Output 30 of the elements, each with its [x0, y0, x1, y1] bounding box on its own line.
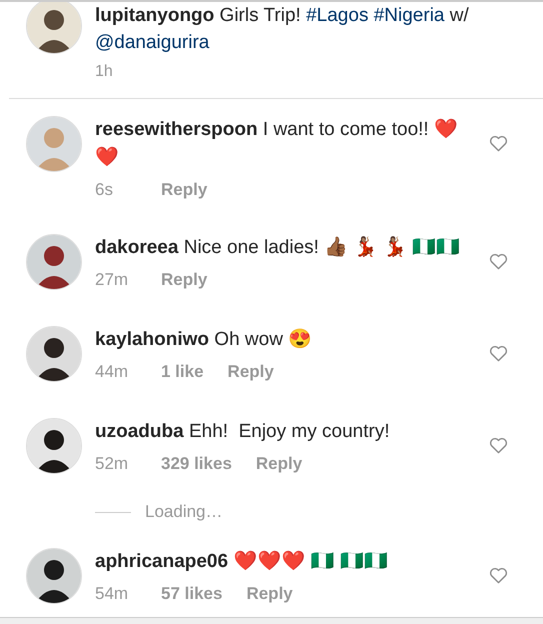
- reply-link[interactable]: Reply: [246, 584, 293, 604]
- likes-link[interactable]: 57 likes: [161, 584, 222, 604]
- heart-icon[interactable]: [489, 135, 508, 152]
- reply-link[interactable]: Reply: [161, 180, 208, 200]
- reply-link[interactable]: Reply: [228, 362, 274, 382]
- comment-text: dakoreea Nice one ladies! 👍🏾 💃🏽 💃🏽 🇳🇬🇳🇬: [95, 235, 462, 260]
- heart-icon[interactable]: [489, 345, 508, 362]
- timestamp: 54m: [95, 584, 130, 604]
- timestamp: 1h: [95, 63, 113, 81]
- timestamp: 44m: [95, 362, 130, 382]
- hashtag-link[interactable]: @danaigurira: [95, 32, 210, 53]
- heart-icon[interactable]: [489, 253, 508, 270]
- heart-icon[interactable]: [489, 567, 508, 584]
- timestamp: 6s: [95, 180, 114, 200]
- post-caption: lupitanyongo Girls Trip! #Lagos #Nigeria w/ @danaigurira: [95, 4, 470, 55]
- loading-text: Loading…: [145, 502, 223, 522]
- likes-link[interactable]: 1 like: [161, 362, 204, 382]
- timestamp: 27m: [95, 270, 130, 290]
- hashtag-link[interactable]: #Nigeria: [374, 5, 444, 26]
- likes-link[interactable]: 329 likes: [161, 454, 232, 474]
- avatar[interactable]: [26, 2, 82, 54]
- reply-link[interactable]: Reply: [256, 454, 302, 474]
- comment-text: kaylahoniwo Oh wow 😍: [95, 328, 314, 352]
- comment-text: reesewitherspoon I want to come too!! ❤❤: [95, 118, 459, 170]
- comment-text: aphricanape06 ❤❤❤ 🇳🇬 🇳🇬🇳🇬: [95, 550, 389, 574]
- reply-link[interactable]: Reply: [161, 270, 208, 290]
- heart-icon[interactable]: [489, 437, 508, 454]
- comment-text: uzoaduba Ehh! Enjoy my country!: [95, 420, 391, 444]
- hashtag-link[interactable]: #Lagos: [306, 5, 368, 26]
- timestamp: 52m: [95, 454, 130, 474]
